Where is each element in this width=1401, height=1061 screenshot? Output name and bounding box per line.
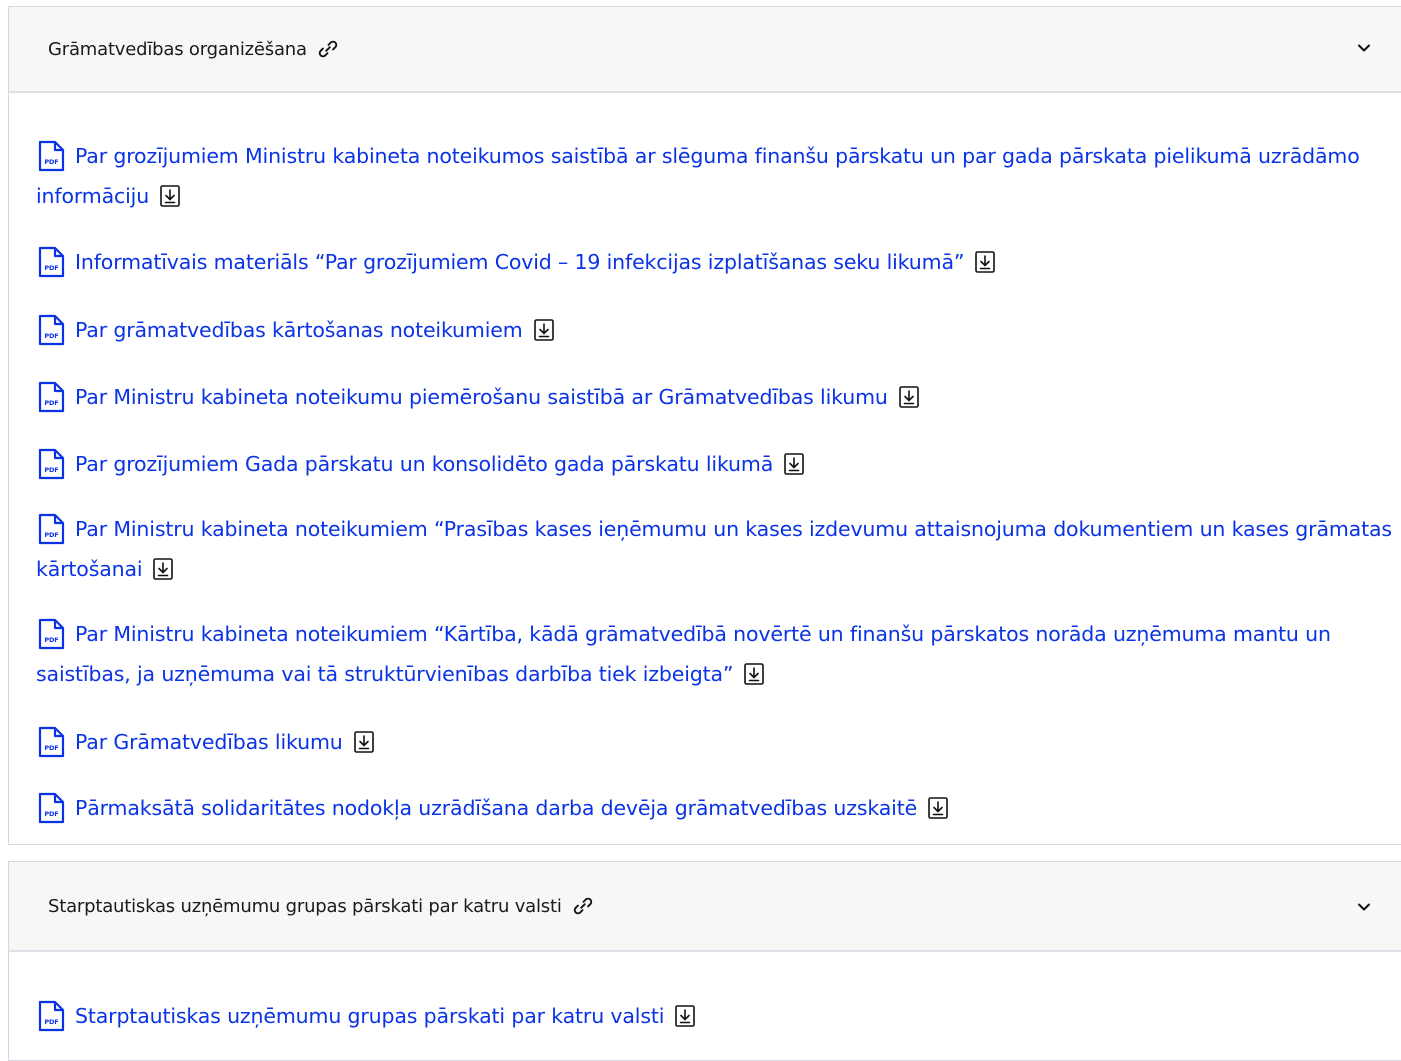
pdf-icon: PDF bbox=[38, 726, 65, 758]
download-icon[interactable] bbox=[898, 385, 920, 409]
document-link-item[interactable]: PDF Par Ministru kabineta noteikumiem “K… bbox=[36, 614, 1398, 694]
pdf-icon: PDF bbox=[38, 314, 65, 346]
pdf-icon: PDF bbox=[38, 618, 65, 650]
accordion-title: Grāmatvedības organizēšana bbox=[48, 38, 307, 60]
document-link[interactable]: Pārmaksātā solidaritātes nodokļa uzrādīš… bbox=[75, 796, 917, 820]
download-icon[interactable] bbox=[974, 250, 996, 274]
pdf-icon: PDF bbox=[38, 448, 65, 480]
link-icon[interactable] bbox=[317, 38, 339, 60]
download-icon[interactable] bbox=[674, 1004, 696, 1028]
accordion-title: Starptautiskas uzņēmumu grupas pārskati … bbox=[48, 895, 562, 917]
document-link[interactable]: Par Ministru kabineta noteikumu piemēroš… bbox=[75, 385, 888, 409]
document-link-item[interactable]: PDF Par Ministru kabineta noteikumiem “P… bbox=[36, 509, 1398, 589]
document-link-item[interactable]: PDF Par Grāmatvedības likumu bbox=[36, 722, 1398, 762]
pdf-icon: PDF bbox=[38, 381, 65, 413]
link-icon[interactable] bbox=[572, 895, 594, 917]
svg-text:PDF: PDF bbox=[44, 158, 58, 166]
document-link[interactable]: Par grozījumiem Ministru kabineta noteik… bbox=[36, 144, 1360, 208]
document-link[interactable]: Starptautiskas uzņēmumu grupas pārskati … bbox=[75, 1004, 664, 1028]
download-icon[interactable] bbox=[743, 662, 765, 686]
document-link-item[interactable]: PDF Par grozījumiem Ministru kabineta no… bbox=[36, 136, 1398, 216]
svg-text:PDF: PDF bbox=[44, 399, 58, 407]
document-link-item[interactable]: PDF Pārmaksātā solidaritātes nodokļa uzr… bbox=[36, 788, 1398, 828]
pdf-icon: PDF bbox=[38, 792, 65, 824]
svg-text:PDF: PDF bbox=[44, 636, 58, 644]
svg-text:PDF: PDF bbox=[44, 1018, 58, 1026]
svg-text:PDF: PDF bbox=[44, 744, 58, 752]
svg-text:PDF: PDF bbox=[44, 264, 58, 272]
document-link-item[interactable]: PDF Par grozījumiem Gada pārskatu un kon… bbox=[36, 444, 1398, 484]
pdf-icon: PDF bbox=[38, 513, 65, 545]
document-link[interactable]: Par grozījumiem Gada pārskatu un konsoli… bbox=[75, 452, 773, 476]
svg-text:PDF: PDF bbox=[44, 332, 58, 340]
svg-text:PDF: PDF bbox=[44, 531, 58, 539]
download-icon[interactable] bbox=[353, 730, 375, 754]
document-link-item[interactable]: PDF Starptautiskas uzņēmumu grupas pārsk… bbox=[36, 996, 1398, 1036]
chevron-down-icon[interactable] bbox=[1357, 41, 1371, 55]
download-icon[interactable] bbox=[159, 184, 181, 208]
pdf-icon: PDF bbox=[38, 1000, 65, 1032]
document-link[interactable]: Informatīvais materiāls “Par grozījumiem… bbox=[75, 250, 964, 274]
accordion-section-accounting-organization: Grāmatvedības organizēšana bbox=[8, 6, 1401, 845]
chevron-down-icon[interactable] bbox=[1357, 900, 1371, 914]
document-link[interactable]: Par Ministru kabineta noteikumiem “Prasī… bbox=[36, 517, 1392, 581]
document-link-item[interactable]: PDF Par Ministru kabineta noteikumu piem… bbox=[36, 377, 1398, 417]
document-link[interactable]: Par Ministru kabineta noteikumiem “Kārtī… bbox=[36, 622, 1331, 686]
download-icon[interactable] bbox=[152, 557, 174, 581]
pdf-icon: PDF bbox=[38, 246, 65, 278]
download-icon[interactable] bbox=[783, 452, 805, 476]
download-icon[interactable] bbox=[927, 796, 949, 820]
svg-text:PDF: PDF bbox=[44, 810, 58, 818]
document-link[interactable]: Par Grāmatvedības likumu bbox=[75, 730, 343, 754]
document-link[interactable]: Par grāmatvedības kārtošanas noteikumiem bbox=[75, 318, 523, 342]
accordion-header[interactable]: Grāmatvedības organizēšana bbox=[9, 7, 1401, 93]
download-icon[interactable] bbox=[533, 318, 555, 342]
svg-text:PDF: PDF bbox=[44, 466, 58, 474]
document-link-item[interactable]: PDF Informatīvais materiāls “Par grozīju… bbox=[36, 242, 1398, 282]
document-link-item[interactable]: PDF Par grāmatvedības kārtošanas noteiku… bbox=[36, 310, 1398, 350]
pdf-icon: PDF bbox=[38, 140, 65, 172]
accordion-header[interactable]: Starptautiskas uzņēmumu grupas pārskati … bbox=[9, 862, 1401, 952]
